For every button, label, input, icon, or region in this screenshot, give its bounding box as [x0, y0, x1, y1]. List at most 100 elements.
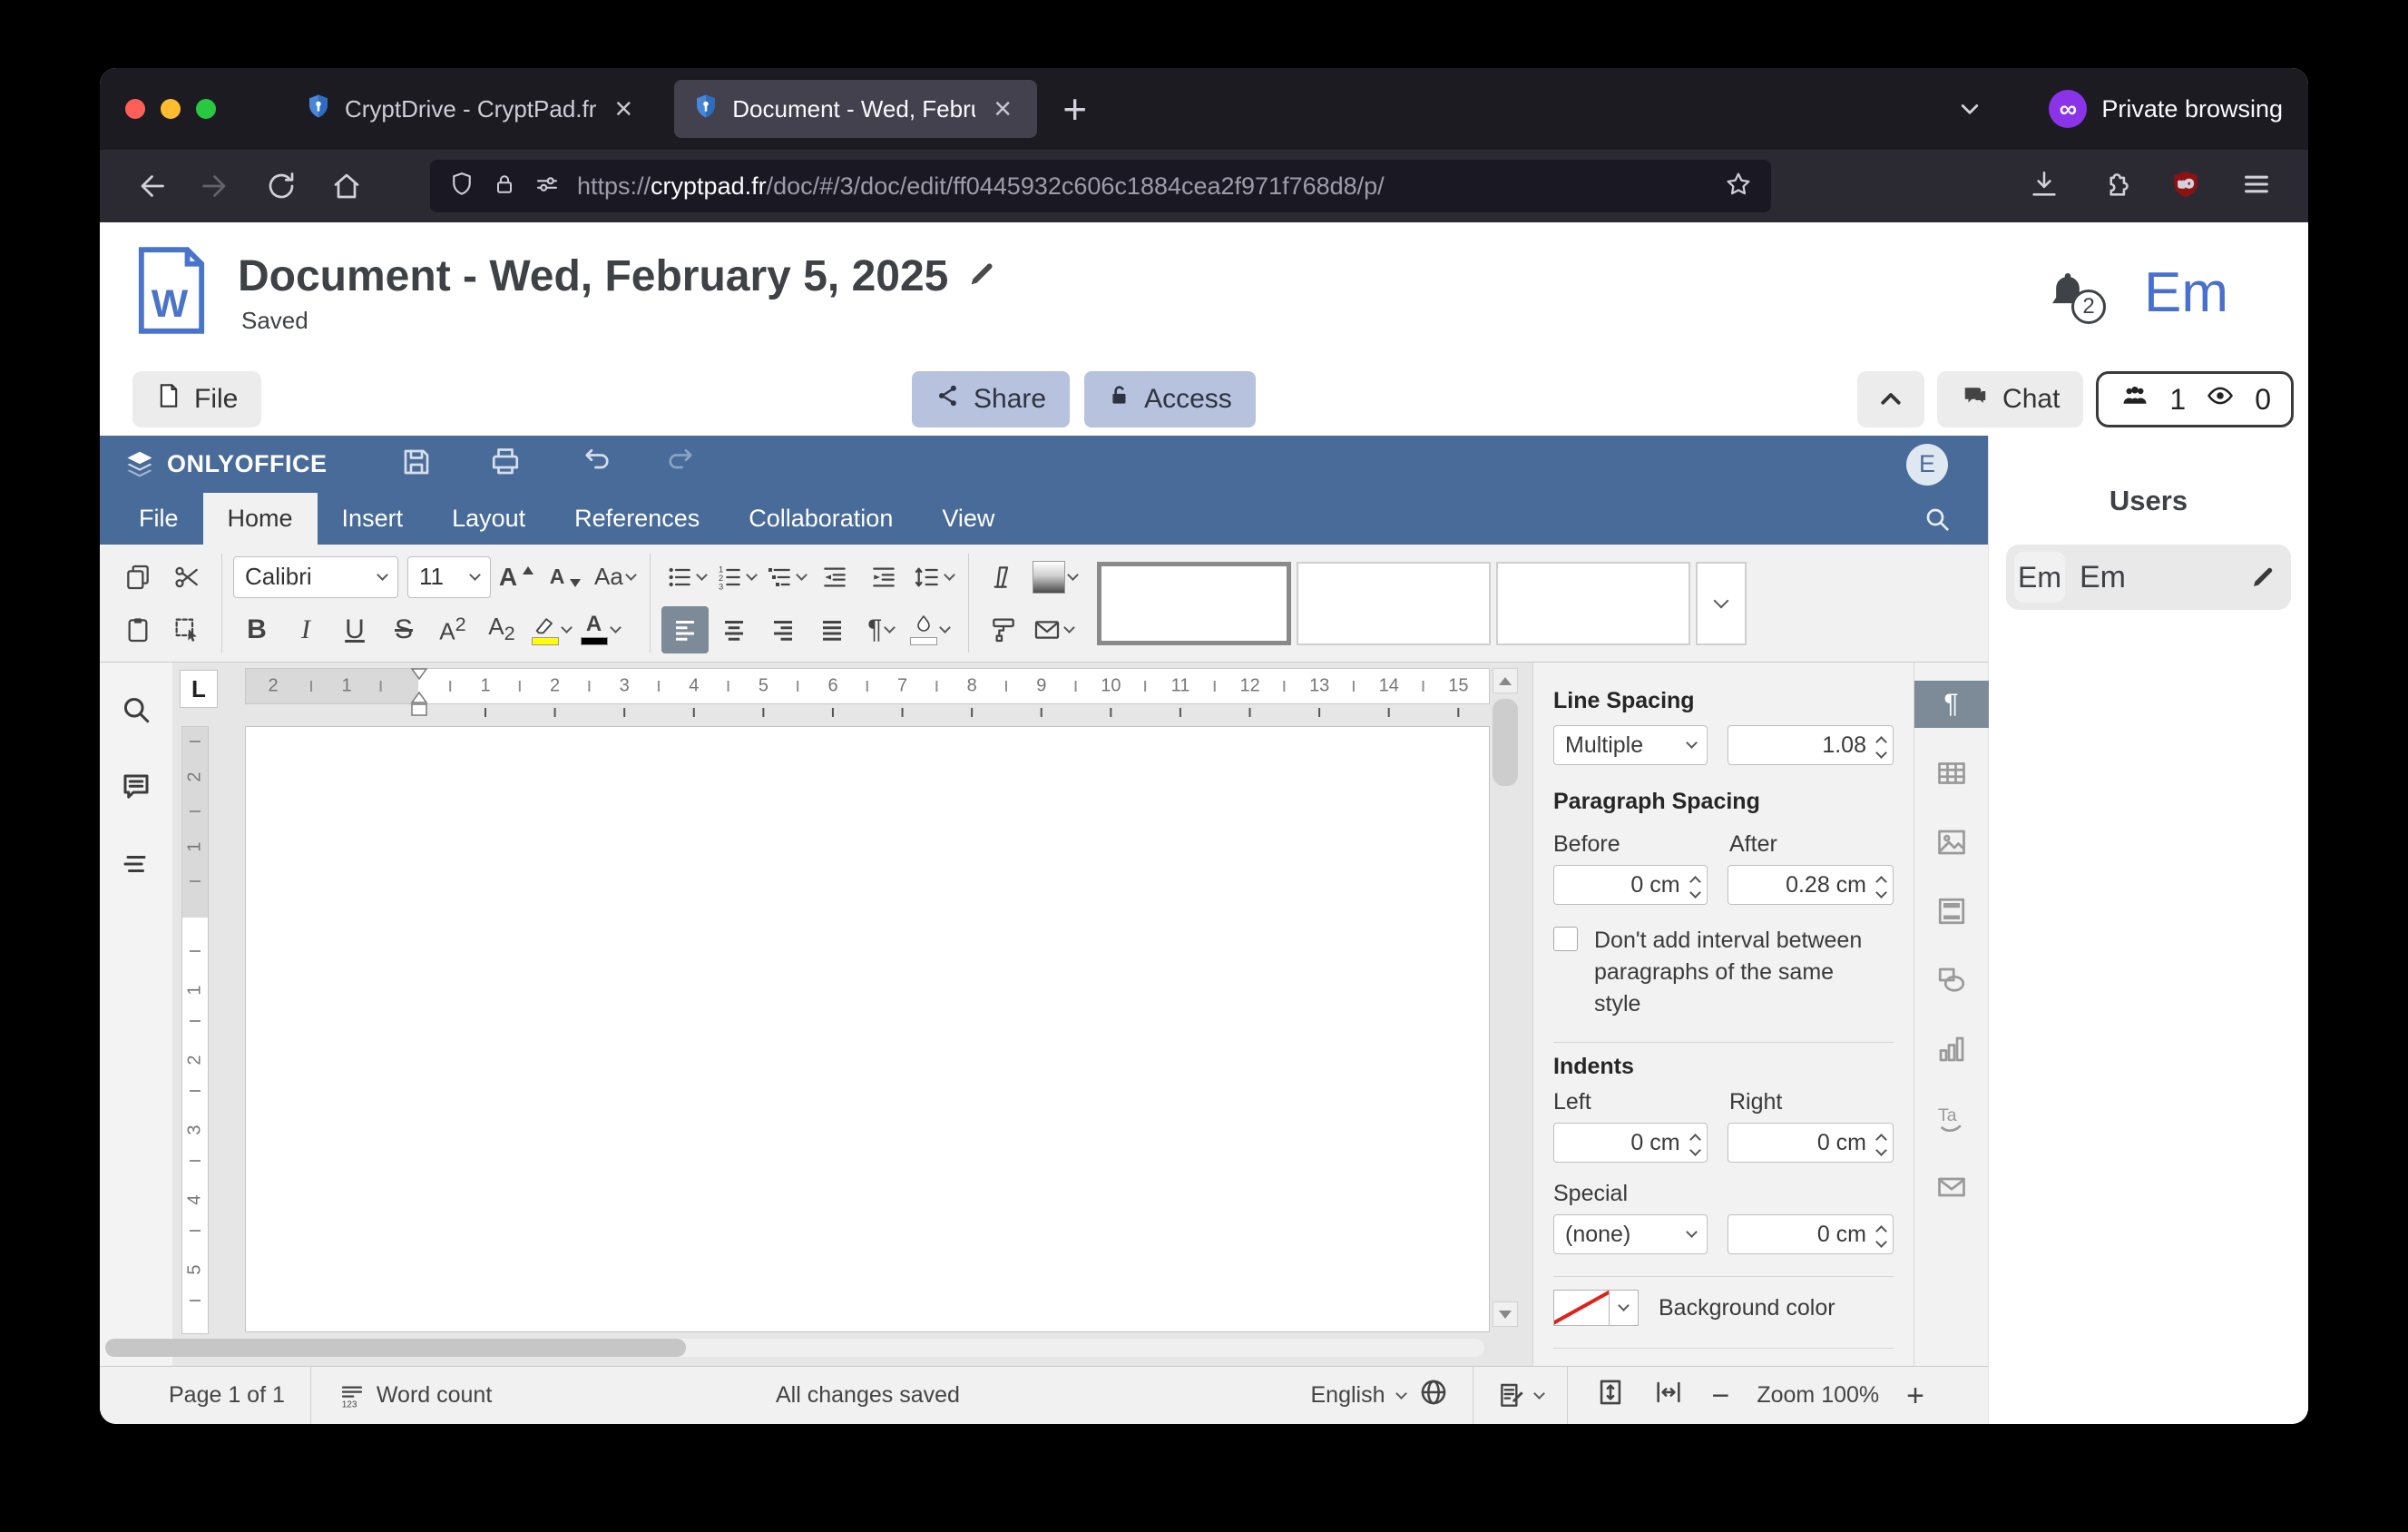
language-selector[interactable]: English	[1287, 1377, 1473, 1414]
document-page[interactable]	[245, 726, 1490, 1332]
spinner[interactable]	[1688, 1131, 1699, 1154]
edit-user-pencil-icon[interactable]	[2249, 564, 2276, 591]
font-color-icon[interactable]: A	[576, 606, 623, 653]
rename-pencil-icon[interactable]	[966, 259, 997, 294]
select-all-icon[interactable]	[163, 606, 210, 653]
minimize-window-button[interactable]	[161, 99, 181, 119]
italic-icon[interactable]: I	[282, 606, 329, 653]
special-indent-select[interactable]: (none)	[1553, 1214, 1708, 1254]
zoom-in-button[interactable]: +	[1906, 1380, 1924, 1411]
browser-tab-cryptdrive[interactable]: CryptDrive - CryptPad.fr ×	[287, 80, 651, 138]
editor-user-avatar[interactable]: E	[1906, 444, 1948, 486]
table-settings-icon[interactable]	[1914, 750, 1989, 797]
spacing-before-input[interactable]: 0 cm	[1553, 865, 1708, 905]
vertical-ruler[interactable]: 2112345	[181, 726, 209, 1334]
styles-gallery-expand-icon[interactable]	[1696, 562, 1747, 645]
shape-settings-icon[interactable]	[1914, 957, 1989, 1004]
presence-counts[interactable]: 1 0	[2096, 371, 2294, 427]
spinner[interactable]	[1874, 873, 1885, 897]
page-indicator[interactable]: Page 1 of 1	[169, 1382, 285, 1409]
menu-tab-insert[interactable]: Insert	[318, 493, 428, 545]
underline-icon[interactable]: U	[331, 606, 378, 653]
align-right-icon[interactable]	[759, 606, 807, 653]
spinner[interactable]	[1688, 873, 1699, 897]
scroll-up-button[interactable]	[1493, 668, 1518, 693]
fit-width-icon[interactable]	[1653, 1377, 1684, 1414]
subscript-icon[interactable]: A2	[478, 606, 525, 653]
tab-stop-selector[interactable]: L	[180, 670, 218, 708]
fit-page-icon[interactable]	[1595, 1377, 1626, 1414]
horizontal-ruler[interactable]: 21123456789101112131415	[245, 668, 1490, 704]
extensions-puzzle-icon[interactable]	[2100, 169, 2130, 204]
horizontal-scrollbar[interactable]	[105, 1339, 1484, 1357]
increase-font-icon[interactable]: A	[493, 554, 540, 601]
permissions-sliders-icon[interactable]	[533, 171, 561, 202]
editor-search-icon[interactable]	[1923, 493, 1973, 545]
downloads-icon[interactable]	[2029, 169, 2060, 204]
clear-style-icon[interactable]	[980, 554, 1027, 601]
tab-close-icon[interactable]: ×	[994, 93, 1012, 124]
menu-tab-references[interactable]: References	[550, 493, 724, 545]
style-preview-heading[interactable]	[1496, 562, 1690, 645]
tracking-protection-shield-icon[interactable]	[448, 171, 475, 202]
share-button[interactable]: Share	[912, 371, 1070, 427]
cut-icon[interactable]	[163, 554, 210, 601]
indent-right-input[interactable]: 0 cm	[1728, 1123, 1894, 1163]
align-left-icon[interactable]	[661, 606, 709, 653]
chat-button[interactable]: Chat	[1937, 371, 2083, 427]
back-button[interactable]	[131, 166, 171, 206]
menu-tab-file[interactable]: File	[114, 493, 203, 545]
menu-tab-view[interactable]: View	[917, 493, 1019, 545]
decrease-indent-icon[interactable]	[811, 554, 858, 601]
collapse-toolbar-button[interactable]	[1857, 371, 1924, 427]
spell-check-toggle[interactable]	[1473, 1381, 1567, 1410]
reload-button[interactable]	[261, 166, 301, 206]
spinner[interactable]	[1874, 1131, 1885, 1154]
bold-icon[interactable]: B	[233, 606, 280, 653]
text-art-settings-icon[interactable]: Ta	[1914, 1095, 1989, 1142]
copy-icon[interactable]	[114, 554, 162, 601]
menu-hamburger-icon[interactable]	[2241, 169, 2272, 204]
file-menu-button[interactable]: File	[132, 371, 261, 427]
paste-icon[interactable]	[114, 606, 162, 653]
menu-tab-layout[interactable]: Layout	[427, 493, 550, 545]
menu-tab-collaboration[interactable]: Collaboration	[724, 493, 917, 545]
highlight-color-icon[interactable]	[527, 606, 574, 653]
header-footer-settings-icon[interactable]	[1914, 888, 1989, 935]
notifications-bell-icon[interactable]: 2	[2042, 266, 2093, 320]
new-tab-button[interactable]: +	[1062, 88, 1087, 130]
interval-checkbox-row[interactable]: Don't add interval between paragraphs of…	[1553, 925, 1894, 1020]
decrease-font-icon[interactable]: A	[542, 554, 589, 601]
home-button[interactable]	[327, 166, 367, 206]
print-icon[interactable]	[489, 446, 522, 483]
connection-lock-icon[interactable]	[492, 172, 517, 201]
ublock-origin-icon[interactable]: uO	[2170, 169, 2201, 204]
paragraph-shading-icon[interactable]	[906, 606, 954, 653]
tab-close-icon[interactable]: ×	[614, 93, 632, 124]
close-window-button[interactable]	[125, 99, 145, 119]
align-center-icon[interactable]	[710, 606, 758, 653]
strikethrough-icon[interactable]: S	[380, 606, 427, 653]
forward-button[interactable]	[196, 166, 236, 206]
undo-icon[interactable]	[578, 446, 611, 483]
navigation-headings-icon[interactable]	[120, 848, 152, 885]
save-icon[interactable]	[400, 446, 433, 483]
spinner[interactable]	[1874, 1223, 1885, 1246]
align-justify-icon[interactable]	[808, 606, 856, 653]
shading-gradient-icon[interactable]	[1029, 554, 1081, 601]
superscript-icon[interactable]: A2	[429, 606, 476, 653]
line-spacing-multiple-input[interactable]: 1.08	[1728, 725, 1894, 765]
line-spacing-select[interactable]: Multiple	[1553, 725, 1708, 765]
chart-settings-icon[interactable]	[1914, 1026, 1989, 1073]
copy-style-icon[interactable]	[980, 606, 1027, 653]
spacing-after-input[interactable]: 0.28 cm	[1728, 865, 1894, 905]
vertical-scrollbar[interactable]	[1493, 699, 1518, 786]
document-title[interactable]: Document - Wed, February 5, 2025	[238, 251, 948, 301]
mail-merge-settings-icon[interactable]	[1914, 1164, 1989, 1211]
account-name[interactable]: Em	[2144, 260, 2228, 325]
multilevel-list-icon[interactable]	[761, 554, 809, 601]
browser-tab-document[interactable]: Document - Wed, February 5, 20 ×	[674, 80, 1037, 138]
word-count-control[interactable]: 123 Word count	[338, 1382, 492, 1409]
line-spacing-icon[interactable]	[909, 554, 957, 601]
spinner[interactable]	[1874, 733, 1885, 757]
